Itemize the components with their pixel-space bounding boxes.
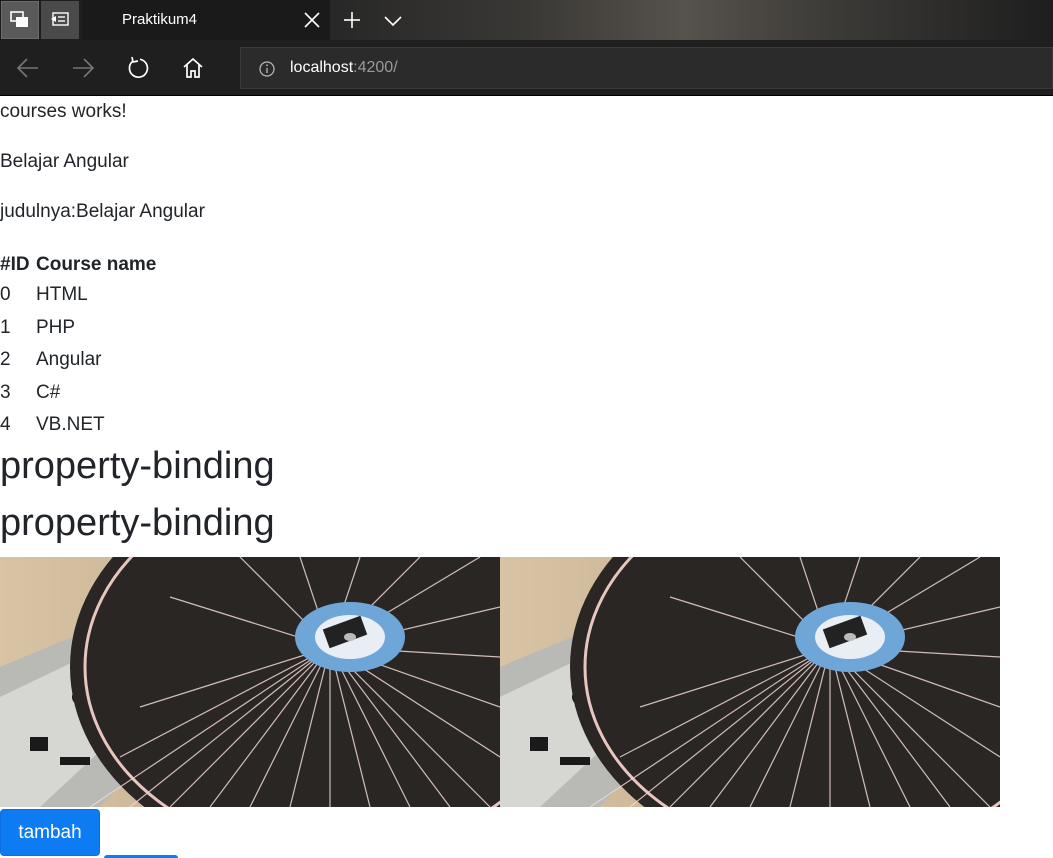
course-id: 0 — [0, 284, 11, 306]
course-name: VB.NET — [36, 414, 105, 436]
turntable-image-1 — [0, 557, 500, 807]
course-id: 4 — [0, 414, 11, 436]
close-tab-icon[interactable] — [302, 10, 322, 30]
table-header-row: #ID Course name — [0, 251, 156, 279]
property-binding-heading-2: property-binding — [0, 502, 275, 544]
course-name: HTML — [36, 284, 88, 306]
courses-table: #ID Course name 0 HTML 1 PHP 2 Angular 3… — [0, 251, 156, 442]
course-id: 3 — [0, 381, 11, 403]
new-tab-icon[interactable] — [340, 10, 364, 30]
course-id: 2 — [0, 349, 11, 371]
chevron-down-icon[interactable] — [382, 12, 404, 30]
title-text: Belajar Angular — [0, 151, 129, 172]
tambah-button[interactable]: tambah — [0, 809, 100, 856]
judul-text: judulnya:Belajar Angular — [0, 201, 205, 222]
column-header-id: #ID — [0, 254, 30, 275]
table-row: 0 HTML — [0, 279, 156, 312]
forward-arrow-icon[interactable] — [69, 54, 97, 82]
table-row: 2 Angular — [0, 344, 156, 377]
site-info-icon[interactable] — [258, 60, 276, 78]
tab-title: Praktikum4 — [122, 11, 198, 28]
tab-bar: Praktikum4 — [0, 0, 1053, 40]
table-row: 4 VB.NET — [0, 409, 156, 442]
set-tabs-aside-icon[interactable] — [1, 1, 39, 39]
course-name: Angular — [36, 349, 102, 371]
active-tab[interactable]: Praktikum4 — [82, 0, 330, 40]
table-row: 1 PHP — [0, 312, 156, 345]
url-port-path: :4200/ — [353, 59, 398, 76]
tabs-aside-icon[interactable] — [41, 1, 79, 39]
page-content: courses works! Belajar Angular judulnya:… — [0, 97, 1053, 858]
home-icon[interactable] — [179, 54, 207, 82]
navigation-bar: localhost:4200/ — [0, 40, 1053, 96]
property-binding-heading-1: property-binding — [0, 445, 275, 487]
turntable-image-2 — [500, 557, 1000, 807]
column-header-course-name: Course name — [36, 254, 157, 275]
address-bar[interactable]: localhost:4200/ — [240, 47, 1053, 89]
course-name: PHP — [36, 316, 76, 338]
url-host: localhost — [290, 59, 354, 76]
url-text[interactable]: localhost:4200/ — [290, 59, 398, 77]
course-id: 1 — [0, 316, 11, 338]
courses-works-text: courses works! — [0, 101, 127, 122]
refresh-icon[interactable] — [124, 54, 152, 82]
back-arrow-icon[interactable] — [14, 54, 42, 82]
table-row: 3 C# — [0, 377, 156, 410]
course-name: C# — [36, 381, 61, 403]
